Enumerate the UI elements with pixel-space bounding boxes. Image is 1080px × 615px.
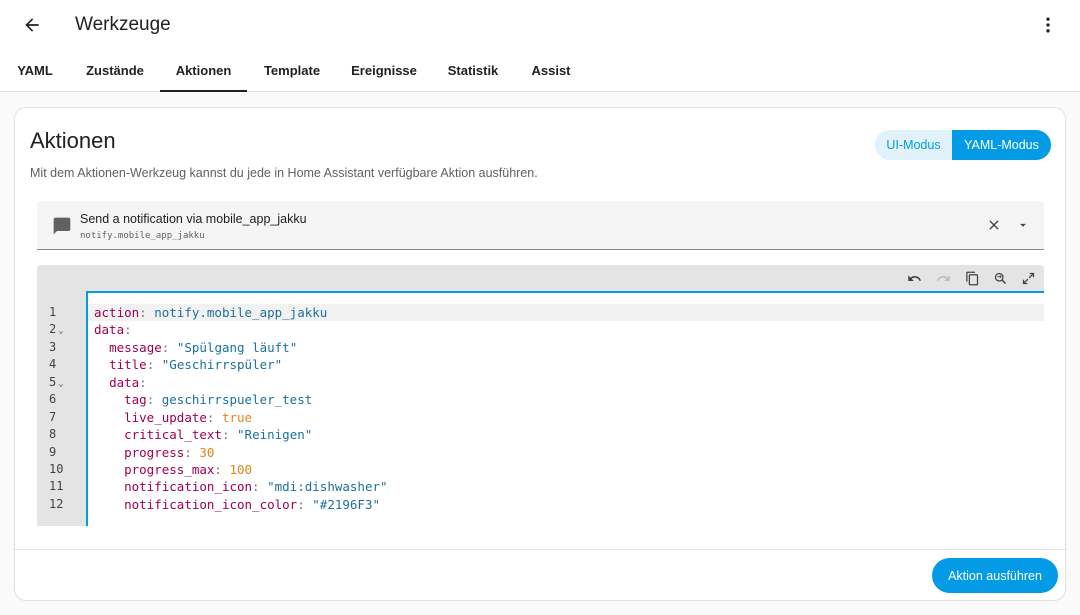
line-number: 9: [49, 445, 57, 459]
menu-down-icon: [1020, 223, 1026, 227]
line-number: 11: [49, 479, 64, 493]
code-line: live_update: true: [124, 410, 253, 425]
page-title: Werkzeuge: [75, 14, 171, 35]
line-number: 7: [49, 410, 57, 424]
line-number: 5 ⌄: [49, 375, 64, 389]
yaml-mode-button[interactable]: YAML-Modus: [952, 130, 1051, 160]
line-number: 3: [49, 340, 57, 354]
tab-aktionen[interactable]: Aktionen: [160, 48, 247, 92]
code-line: tag: geschirrspueler_test: [124, 392, 313, 407]
run-action-button[interactable]: Aktion ausführen: [932, 558, 1058, 593]
line-number: 2 ⌄: [49, 322, 64, 336]
top-app-bar: Werkzeuge YAML Zustände Aktionen Templat…: [0, 0, 1080, 92]
more-options-button[interactable]: [1036, 11, 1060, 39]
tab-template[interactable]: Template: [264, 48, 320, 92]
back-button[interactable]: [18, 11, 46, 39]
action-id: notify.mobile_app_jakku: [80, 231, 205, 241]
search-replace-icon[interactable]: [991, 269, 1009, 287]
fold-chevron-icon[interactable]: ⌄: [58, 379, 63, 389]
line-number: 10: [49, 462, 64, 476]
code-area[interactable]: action: notify.mobile_app_jakku data: me…: [86, 291, 1044, 526]
dots-vertical-icon: [1046, 17, 1050, 33]
line-number: 6: [49, 392, 57, 406]
clear-action-button[interactable]: [983, 214, 1005, 236]
arrow-left-icon: [25, 18, 39, 32]
line-number: 8: [49, 427, 57, 441]
tab-statistik[interactable]: Statistik: [448, 48, 499, 92]
tab-assist[interactable]: Assist: [531, 48, 570, 92]
fold-chevron-icon[interactable]: ⌄: [58, 326, 63, 336]
line-number: 4: [49, 357, 57, 371]
code-line: data:: [94, 322, 132, 337]
mode-toggle: UI-Modus YAML-Modus: [875, 130, 1051, 160]
editor-toolbar: [37, 265, 1044, 291]
code-line: data:: [109, 375, 147, 390]
code-line: title: "Geschirrspüler": [109, 357, 283, 372]
undo-icon[interactable]: [905, 269, 923, 287]
code-line: critical_text: "Reinigen": [124, 427, 313, 442]
close-icon: [989, 220, 999, 230]
line-number: 1: [49, 305, 57, 319]
code-line: notification_icon: "mdi:dishwasher": [124, 479, 388, 494]
line-number: 12: [49, 497, 64, 511]
card-title: Aktionen: [30, 128, 116, 153]
tab-yaml[interactable]: YAML: [17, 48, 53, 92]
code-line: action: notify.mobile_app_jakku: [88, 304, 1044, 321]
code-line: notification_icon_color: "#2196F3": [124, 497, 380, 512]
tab-zustaende[interactable]: Zustände: [86, 48, 144, 92]
yaml-code-editor[interactable]: 1 2 ⌄ 3 4 5 ⌄ 6 7 8 9 10 11 12 action: not…: [37, 265, 1044, 526]
message-icon: [51, 215, 73, 237]
code-line: progress_max: 100: [124, 462, 253, 477]
code-line: progress: 30: [124, 445, 215, 460]
ui-mode-button[interactable]: UI-Modus: [875, 130, 952, 160]
line-number-gutter: 1 2 ⌄ 3 4 5 ⌄ 6 7 8 9 10 11 12: [37, 291, 86, 526]
expand-action-button[interactable]: [1014, 214, 1032, 236]
actions-card: Aktionen Mit dem Aktionen-Werkzeug kanns…: [14, 107, 1066, 601]
action-name: Send a notification via mobile_app_jakku: [80, 212, 307, 226]
code-line: message: "Spülgang läuft": [109, 340, 298, 355]
action-picker[interactable]: Send a notification via mobile_app_jakku…: [37, 201, 1044, 250]
card-actions-divider: [15, 549, 1065, 550]
redo-icon[interactable]: [934, 269, 952, 287]
copy-icon[interactable]: [963, 269, 981, 287]
fullscreen-icon[interactable]: [1019, 269, 1037, 287]
tab-ereignisse[interactable]: Ereignisse: [351, 48, 417, 92]
card-description: Mit dem Aktionen-Werkzeug kannst du jede…: [30, 166, 538, 180]
